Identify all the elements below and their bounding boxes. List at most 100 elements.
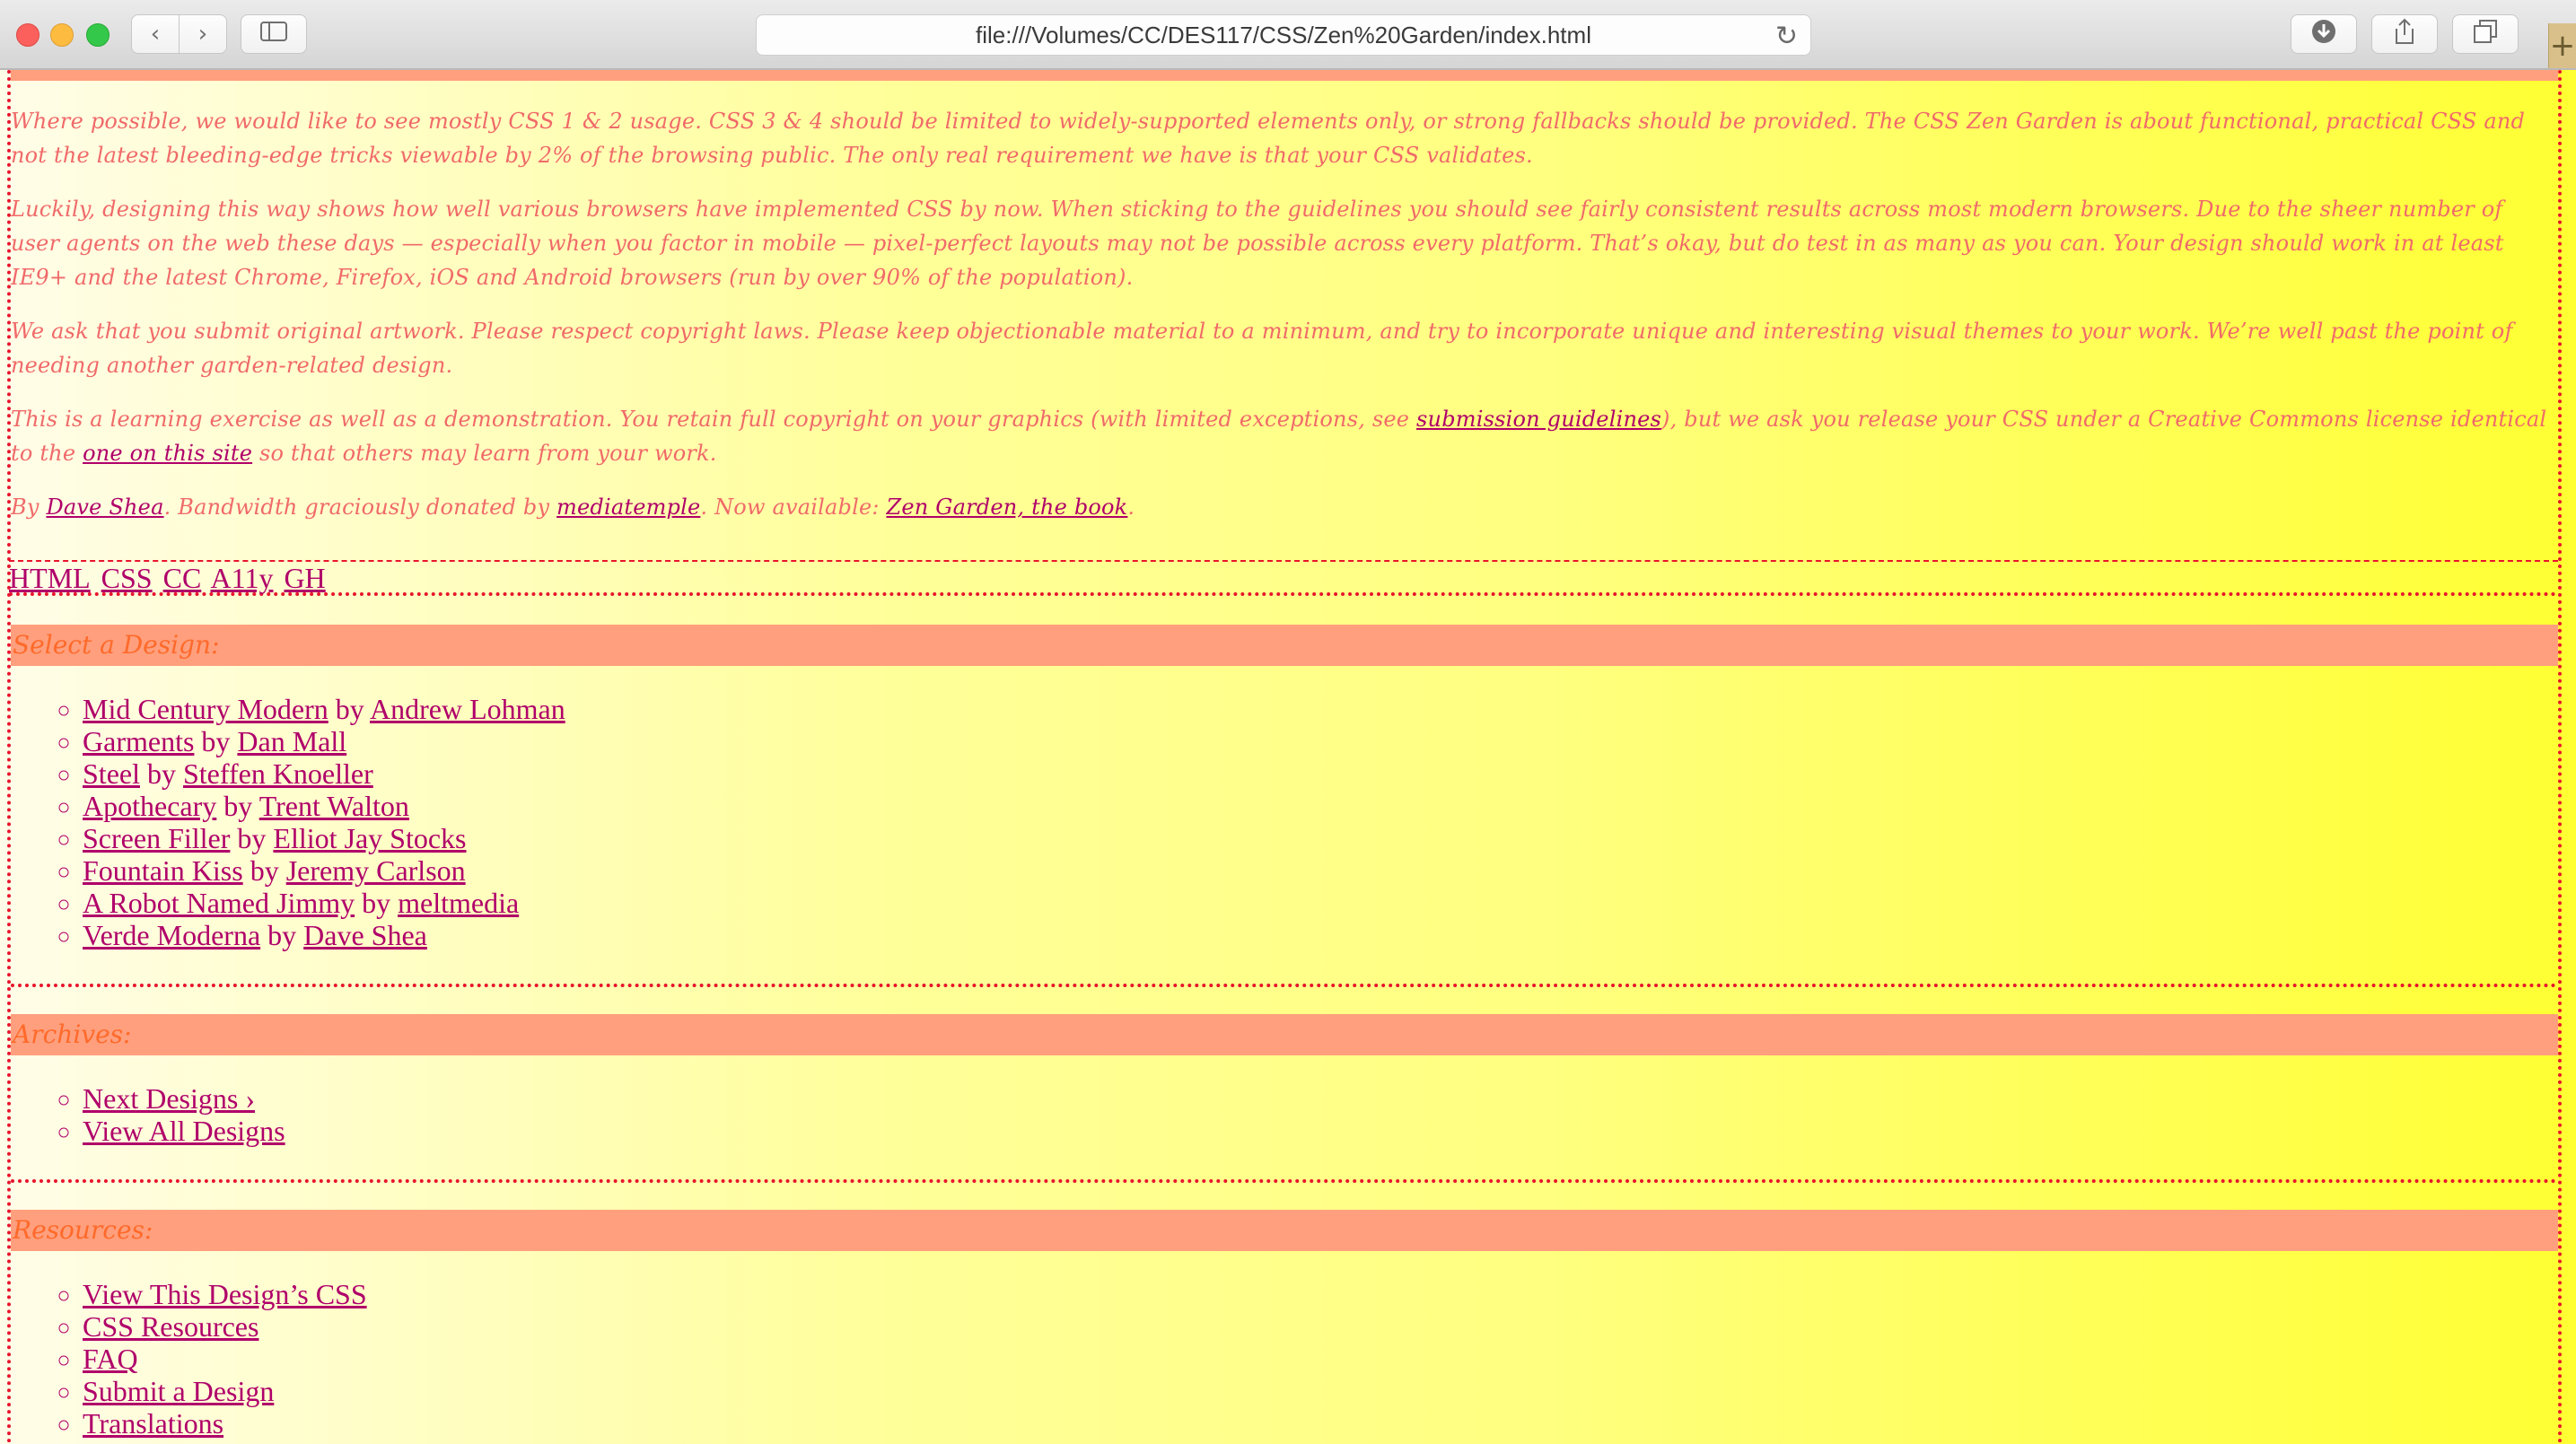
list-item: CSS Resources [83,1310,367,1343]
list-item: View All Designs [83,1115,285,1147]
archives-list: Next Designs › View All Designs [11,1082,285,1147]
list-item: Apothecary by Trent Walton [83,790,565,822]
footer-link-cc[interactable]: CC [163,562,202,594]
by-text: by [335,693,364,725]
design-link[interactable]: A Robot Named Jimmy [83,887,355,919]
by-text: by [362,887,391,919]
list-item: Next Designs › [83,1082,285,1115]
share-button[interactable] [2371,14,2438,54]
resources-heading: Resources: [11,1210,2558,1251]
list-item: FAQ [83,1343,367,1375]
sidebar-icon [260,21,287,48]
new-tab-button[interactable]: + [2548,23,2576,68]
design-link[interactable]: Apothecary [83,790,216,822]
design-link[interactable]: Screen Filler [83,822,230,854]
browser-toolbar: ‹ › file:///Volumes/CC/DES117/CSS/Zen%20… [0,0,2576,70]
list-item: A Robot Named Jimmy by meltmedia [83,887,565,919]
url-text: file:///Volumes/CC/DES117/CSS/Zen%20Gard… [976,21,1591,48]
zoom-window-button[interactable] [86,23,110,47]
designer-link[interactable]: Dan Mall [237,725,346,757]
downloads-button[interactable] [2291,14,2357,54]
by-text: by [146,757,176,790]
design-list: Mid Century Modern by Andrew Lohman Garm… [11,693,565,951]
designer-link[interactable]: Elliot Jay Stocks [273,822,466,854]
design-link[interactable]: Verde Moderna [83,919,260,951]
mediatemple-link[interactable]: mediatemple [556,494,700,520]
close-window-button[interactable] [16,23,39,47]
paragraph: We ask that you submit original artwork.… [11,319,2513,378]
design-link[interactable]: Garments [83,725,194,757]
paragraph: Luckily, designing this way shows how we… [11,197,2504,290]
footer-link-a11y[interactable]: A11y [211,562,274,594]
design-link[interactable]: Fountain Kiss [83,854,243,887]
tabs-icon [2473,19,2498,50]
designer-link[interactable]: Jeremy Carlson [286,854,466,887]
by-text: by [267,919,297,951]
list-item: Steel by Steffen Knoeller [83,757,565,790]
chevron-right-icon: › [197,21,208,48]
minimize-window-button[interactable] [50,23,74,47]
select-design-heading: Select a Design: [11,625,2558,666]
archives-heading: Archives: [11,1014,2558,1055]
reload-icon[interactable]: ↻ [1775,21,1798,52]
designer-link[interactable]: Steffen Knoeller [183,757,373,790]
list-item: Screen Filler by Elliot Jay Stocks [83,822,565,854]
paragraph: This is a learning exercise as well as a… [11,402,2558,470]
back-button[interactable]: ‹ [131,14,180,54]
divider [11,1179,2558,1183]
divider [11,984,2558,987]
address-bar[interactable]: file:///Volumes/CC/DES117/CSS/Zen%20Gard… [756,14,1811,56]
footer-link-gh[interactable]: GH [284,562,325,594]
css-resources-link[interactable]: CSS Resources [83,1310,258,1343]
list-item: Translations [83,1407,367,1440]
text: . Bandwidth graciously donated by [163,494,557,520]
by-text: by [201,725,231,757]
faq-link[interactable]: FAQ [83,1343,138,1375]
sidebar-button[interactable] [241,14,307,54]
text: . [1127,494,1135,520]
author-link[interactable]: Dave Shea [46,494,163,520]
resources-list: View This Design’s CSS CSS Resources FAQ… [11,1278,367,1440]
design-link[interactable]: Steel [83,757,140,790]
by-text: by [237,822,267,854]
page-viewport: Where possible, we would like to see mos… [0,70,2576,1444]
chevron-left-icon: ‹ [150,21,161,48]
list-item: Verde Moderna by Dave Shea [83,919,565,951]
by-text: by [223,790,253,822]
view-all-designs-link[interactable]: View All Designs [83,1115,285,1147]
footer-link-css[interactable]: CSS [101,562,153,594]
footer-link-html[interactable]: HTML [9,562,91,594]
show-tabs-button[interactable] [2452,14,2519,54]
book-link[interactable]: Zen Garden, the book [886,494,1127,520]
designer-link[interactable]: Trent Walton [259,790,409,822]
view-css-link[interactable]: View This Design’s CSS [83,1278,367,1310]
paragraph: By Dave Shea. Bandwidth graciously donat… [11,490,2558,524]
submit-design-link[interactable]: Submit a Design [83,1375,274,1407]
list-item: Fountain Kiss by Jeremy Carlson [83,854,565,887]
designer-link[interactable]: Andrew Lohman [370,693,565,725]
requirements-text: Where possible, we would like to see mos… [11,104,2558,544]
footer-links: HTML CSS CC A11y GH [9,560,2558,596]
next-designs-link[interactable]: Next Designs › [83,1082,255,1115]
submission-guidelines-link[interactable]: submission guidelines [1416,407,1661,432]
share-icon [2393,18,2416,51]
plus-icon: + [2549,28,2576,64]
designer-link[interactable]: meltmedia [398,887,519,919]
designer-link[interactable]: Dave Shea [303,919,427,951]
by-text: by [250,854,279,887]
license-link[interactable]: one on this site [83,441,252,466]
text: By [11,494,47,520]
download-icon [2311,19,2336,50]
text: so that others may learn from your work. [252,441,717,466]
forward-button[interactable]: › [179,14,227,54]
text: . Now available: [700,494,887,520]
list-item: Submit a Design [83,1375,367,1407]
text: This is a learning exercise as well as a… [11,407,1417,432]
list-item: Garments by Dan Mall [83,725,565,757]
design-link[interactable]: Mid Century Modern [83,693,329,725]
list-item: Mid Century Modern by Andrew Lohman [83,693,565,725]
paragraph: Where possible, we would like to see mos… [11,109,2526,168]
section-band [11,70,2558,81]
list-item: View This Design’s CSS [83,1278,367,1310]
translations-link[interactable]: Translations [83,1407,223,1440]
